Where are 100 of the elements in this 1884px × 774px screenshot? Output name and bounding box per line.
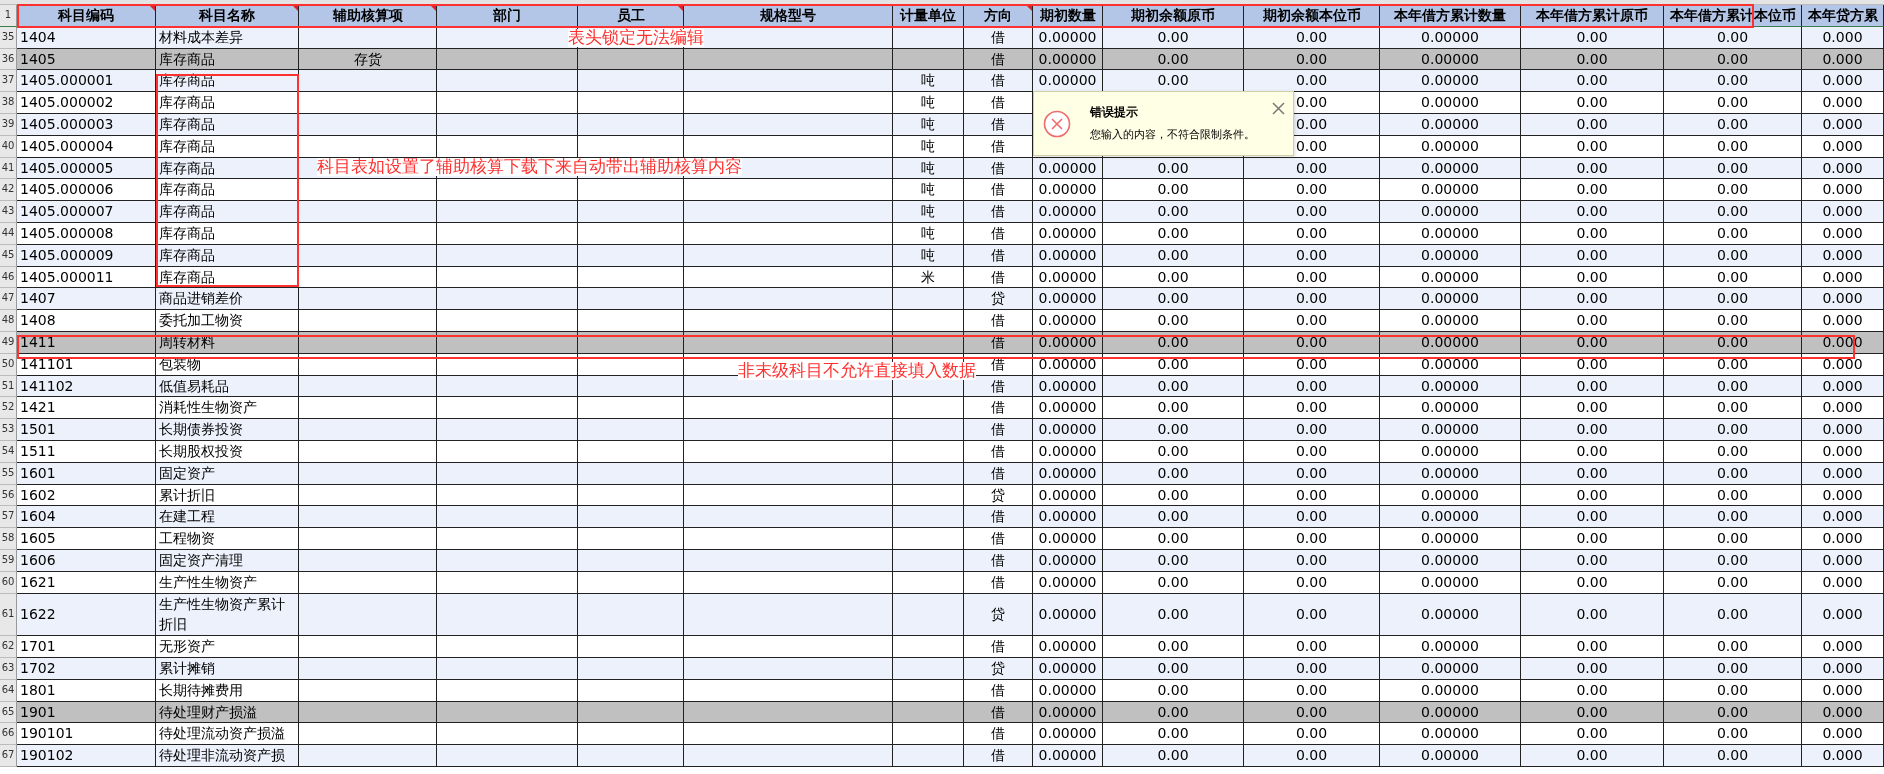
- table-cell: 0.00: [1103, 528, 1244, 550]
- table-cell: 借: [964, 26, 1033, 49]
- column-header: 本年借方累计数量: [1380, 5, 1521, 27]
- table-cell: 0.00: [1521, 244, 1664, 267]
- table-cell: 0.00: [1244, 571, 1380, 594]
- row-number: 62: [0, 636, 17, 658]
- table-cell: 1701: [17, 636, 156, 658]
- row-number: 52: [0, 397, 17, 420]
- table-cell: 0.00: [1244, 419, 1380, 441]
- table-cell: 0.00: [1244, 549, 1380, 572]
- table-cell: 1501: [17, 419, 156, 441]
- table-cell: 0.00000: [1380, 26, 1521, 49]
- table-cell: 库存商品: [156, 92, 299, 114]
- table-cell: 1702: [17, 657, 156, 680]
- table-cell: 0.00: [1521, 549, 1664, 572]
- row-number: 39: [0, 114, 17, 136]
- table-cell: 1405.000003: [17, 114, 156, 136]
- table-cell: 0.00: [1103, 657, 1244, 680]
- table-cell: 0.00000: [1033, 310, 1103, 332]
- table-cell: 0.00: [1664, 549, 1802, 572]
- table-cell: 0.000: [1802, 419, 1884, 441]
- table-cell: 0.00000: [1033, 528, 1103, 550]
- tooltip-title: 错误提示: [1090, 104, 1138, 121]
- row-number: 44: [0, 222, 17, 245]
- table-cell: 0.000: [1802, 114, 1884, 136]
- table-cell: 借: [964, 745, 1033, 767]
- table-cell: 借: [964, 636, 1033, 658]
- table-cell: 0.00: [1103, 310, 1244, 332]
- table-cell: 长期债券投资: [156, 419, 299, 441]
- row-number: 67: [0, 745, 17, 767]
- row-number: 51: [0, 375, 17, 398]
- table-cell: 吨: [893, 135, 964, 158]
- row-number: 40: [0, 135, 17, 158]
- table-cell: 0.000: [1802, 657, 1884, 680]
- table-cell: 0.00: [1664, 310, 1802, 332]
- column-header: 计量单位: [893, 5, 964, 27]
- table-cell: 0.000: [1802, 745, 1884, 767]
- table-cell: 0.00000: [1033, 636, 1103, 658]
- table-cell: 借: [964, 440, 1033, 463]
- table-cell: 0.000: [1802, 462, 1884, 485]
- table-cell: 0.00: [1244, 331, 1380, 354]
- table-cell: 0.00: [1103, 244, 1244, 267]
- table-cell: 0.00: [1521, 657, 1664, 680]
- row-number: 35: [0, 26, 17, 49]
- table-cell: 固定资产清理: [156, 549, 299, 572]
- table-cell: 0.00: [1103, 26, 1244, 49]
- table-cell: 借: [964, 528, 1033, 550]
- row-number: 38: [0, 92, 17, 114]
- table-cell: 0.00: [1244, 201, 1380, 223]
- table-cell: 生产性生物资产: [156, 571, 299, 594]
- column-header: 规格型号: [684, 5, 893, 27]
- table-cell: 0.00: [1521, 331, 1664, 354]
- table-cell: 0.00: [1521, 26, 1664, 49]
- table-cell: 0.00: [1244, 462, 1380, 485]
- table-cell: 借: [964, 419, 1033, 441]
- table-cell: 0.000: [1802, 549, 1884, 572]
- table-cell: 0.00: [1244, 310, 1380, 332]
- table-cell: 1408: [17, 310, 156, 332]
- table-cell: 0.00000: [1380, 244, 1521, 267]
- table-cell: 190102: [17, 745, 156, 767]
- close-icon[interactable]: [1272, 102, 1285, 115]
- table-cell: 0.00000: [1033, 419, 1103, 441]
- table-cell: 0.00: [1664, 244, 1802, 267]
- table-cell: 0.00000: [1380, 440, 1521, 463]
- row-number: 55: [0, 462, 17, 485]
- table-cell: 借: [964, 571, 1033, 594]
- table-cell: 0.00: [1103, 636, 1244, 658]
- table-cell: 0.000: [1802, 636, 1884, 658]
- table-cell: 0.00000: [1033, 571, 1103, 594]
- table-cell: 0.00: [1521, 679, 1664, 702]
- table-cell: 1405.000004: [17, 135, 156, 158]
- table-cell: 0.00: [1521, 222, 1664, 245]
- table-cell: 0.00: [1103, 440, 1244, 463]
- column-header: 员工: [578, 5, 684, 27]
- table-cell: 0.00: [1244, 528, 1380, 550]
- row-number: 49: [0, 331, 17, 354]
- table-cell: 0.000: [1802, 679, 1884, 702]
- table-cell: 0.00: [1664, 636, 1802, 658]
- table-cell: 0.00: [1521, 440, 1664, 463]
- table-cell: 0.00: [1103, 745, 1244, 767]
- row-number: 41: [0, 157, 17, 180]
- table-cell: 1404: [17, 26, 156, 49]
- table-cell: 0.00: [1521, 201, 1664, 223]
- table-cell: 0.00: [1664, 679, 1802, 702]
- table-cell: 1801: [17, 679, 156, 702]
- table-cell: 吨: [893, 244, 964, 267]
- table-cell: 0.00000: [1380, 657, 1521, 680]
- table-cell: 0.00: [1244, 679, 1380, 702]
- table-cell: 1405.000009: [17, 244, 156, 267]
- row-number: 47: [0, 288, 17, 311]
- table-cell: 0.00: [1521, 528, 1664, 550]
- table-cell: 0.00000: [1380, 92, 1521, 114]
- column-header: 科目名称: [156, 5, 299, 27]
- annotation-text: 表头锁定无法编辑: [568, 29, 704, 47]
- table-cell: 0.00000: [1380, 114, 1521, 136]
- table-cell: 0.000: [1802, 571, 1884, 594]
- table-cell: 0.000: [1802, 310, 1884, 332]
- table-cell: 0.000: [1802, 440, 1884, 463]
- table-cell: 长期股权投资: [156, 440, 299, 463]
- row-number: 66: [0, 723, 17, 746]
